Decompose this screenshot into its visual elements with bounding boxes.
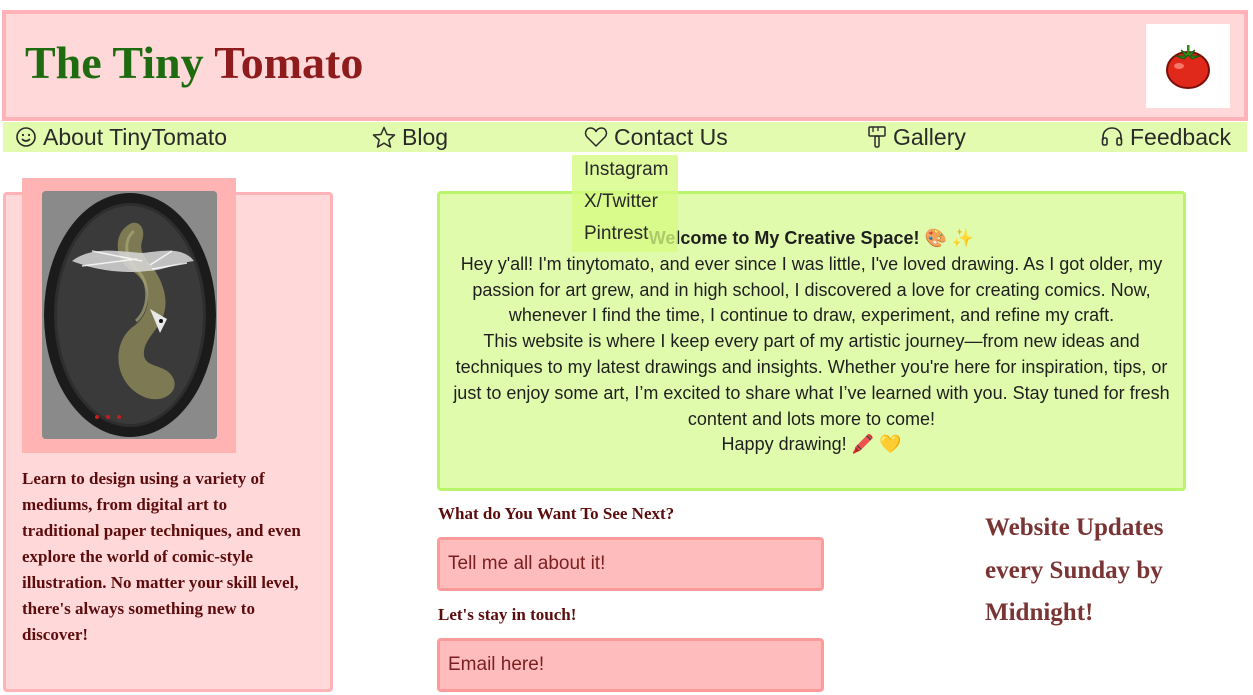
nav-item-gallery[interactable]: Gallery: [867, 122, 966, 152]
portrait-frame-image: [42, 191, 217, 439]
nav-item-blog[interactable]: Blog: [372, 122, 448, 152]
welcome-box: Welcome to My Creative Space! 🎨 ✨ Hey y'…: [437, 191, 1186, 491]
star-icon: [372, 126, 396, 148]
site-title-part-red: Tomato: [214, 37, 364, 88]
sidebar-description: Learn to design using a variety of mediu…: [22, 469, 301, 644]
nav-item-about-label: About TinyTomato: [43, 123, 228, 150]
site-title-part-green: The Tiny: [25, 37, 204, 88]
site-title: The Tiny Tomato: [25, 40, 363, 86]
nav-item-about[interactable]: About TinyTomato: [15, 122, 227, 152]
welcome-title: Welcome to My Creative Space! 🎨 ✨: [648, 228, 975, 248]
dropdown-item-pinterest[interactable]: Pintrest: [584, 223, 648, 245]
nav-item-contact[interactable]: Contact Us: [584, 122, 728, 152]
nav-item-feedback-label: Feedback: [1130, 123, 1232, 150]
headphones-icon: [1101, 127, 1123, 146]
portrait-image[interactable]: [42, 191, 217, 439]
main-nav: About TinyTomato Blog Contact Us Gallery…: [3, 122, 1247, 152]
contact-label: Let's stay in touch!: [438, 605, 577, 624]
portrait-frame: [22, 178, 236, 453]
carousel-dots[interactable]: [95, 415, 121, 419]
nav-item-feedback[interactable]: Feedback: [1100, 122, 1231, 152]
welcome-signoff: Happy drawing! 🖍️ 💛: [721, 434, 902, 455]
carousel-dot[interactable]: [95, 415, 99, 419]
carousel-dot[interactable]: [106, 415, 110, 419]
smiley-icon: [16, 127, 36, 147]
site-header: The Tiny Tomato: [2, 10, 1248, 121]
suggestion-input[interactable]: [437, 537, 824, 591]
welcome-paragraph-2: This website is where I keep every part …: [453, 331, 1170, 429]
updates-notice: Website Updates every Sunday by Midnight…: [985, 514, 1164, 626]
welcome-paragraph-1: Hey y'all! I'm tinytomato, and ever sinc…: [460, 253, 1163, 326]
nav-item-blog-label: Blog: [402, 123, 449, 150]
question-label: What do You Want To See Next?: [438, 504, 675, 523]
tomato-icon: [1166, 45, 1210, 89]
logo[interactable]: [1146, 24, 1230, 108]
heart-icon: [584, 127, 608, 147]
nav-item-gallery-label: Gallery: [893, 123, 966, 150]
nav-item-contact-label: Contact Us: [614, 123, 728, 150]
contact-dropdown: Instagram X/Twitter Pintrest: [572, 155, 678, 252]
dropdown-item-instagram[interactable]: Instagram: [584, 159, 668, 181]
email-field[interactable]: [437, 638, 824, 692]
carousel-dot[interactable]: [117, 415, 121, 419]
dropdown-item-twitter[interactable]: X/Twitter: [584, 191, 658, 213]
paintbrush-icon: [868, 126, 886, 148]
